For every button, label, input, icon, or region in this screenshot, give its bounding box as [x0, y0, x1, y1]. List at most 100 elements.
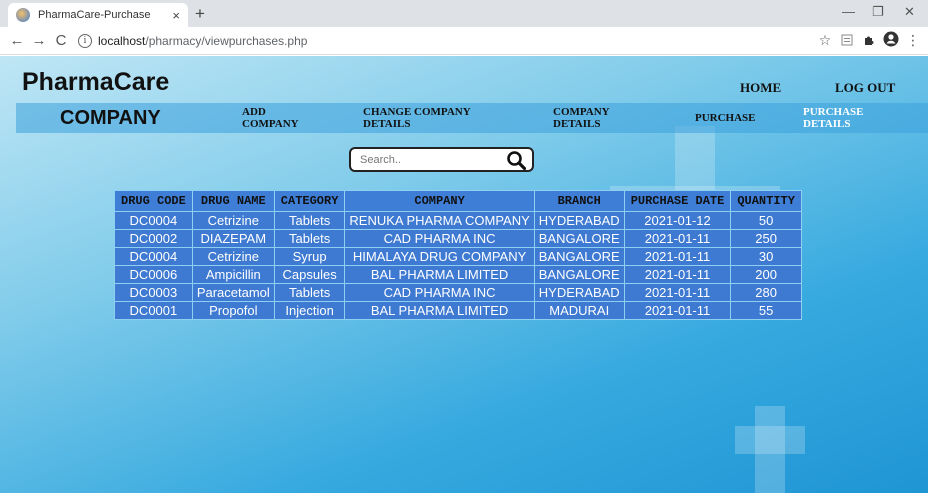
- url-path: /pharmacy/viewpurchases.php: [145, 33, 308, 48]
- browser-menu-icon[interactable]: ⋮: [902, 32, 924, 49]
- table-cell: 2021-01-11: [624, 302, 731, 319]
- browser-toolbar: ← → C i localhost/pharmacy/viewpurchases…: [0, 27, 928, 55]
- table-cell: 2021-01-11: [624, 248, 731, 265]
- table-cell: HYDERABAD: [534, 284, 624, 301]
- search-box: [349, 147, 534, 172]
- table-row: DC0004 Cetrizine Syrup HIMALAYA DRUG COMPAN…: [115, 248, 801, 265]
- column-header: BRANCH: [534, 191, 624, 211]
- column-header: QUANTITY: [731, 191, 801, 211]
- table-row: DC0001 Propofol Injection BAL PHARMA LIMITE…: [115, 302, 801, 319]
- page-content: PharmaCare HOME LOG OUT COMPANY ADD COMP…: [0, 56, 928, 493]
- table-row: DC0002 DIAZEPAM Tablets CAD PHARMA INC BANGA…: [115, 230, 801, 247]
- table-cell: 55: [731, 302, 801, 319]
- favicon-icon: [16, 8, 30, 22]
- table-cell: BANGALORE: [534, 266, 624, 283]
- table-cell: Cetrizine: [192, 212, 274, 229]
- extension-icon[interactable]: [836, 33, 858, 49]
- new-tab-button[interactable]: +: [195, 4, 205, 24]
- table-cell: BAL PHARMA LIMITED: [345, 302, 534, 319]
- table-cell: Propofol: [192, 302, 274, 319]
- nav-home-link[interactable]: HOME: [740, 80, 781, 96]
- bookmark-star-icon[interactable]: ☆: [814, 32, 836, 49]
- minimize-button[interactable]: —: [842, 4, 855, 19]
- search-icon[interactable]: [506, 150, 526, 170]
- table-body: DC0004 Cetrizine Tablets RENUKA PHARMA COMP…: [115, 212, 801, 319]
- menu-company-details[interactable]: COMPANY DETAILS: [553, 106, 610, 130]
- table-cell: DIAZEPAM: [192, 230, 274, 247]
- background-cross: [755, 406, 785, 493]
- purchase-table: DRUG CODE DRUG NAME CATEGORY COMPANY BRANCH P…: [114, 190, 802, 320]
- info-icon[interactable]: i: [78, 33, 92, 48]
- menu-label: COMPANY: [242, 118, 299, 130]
- menu-label: COMPANY: [553, 106, 610, 118]
- menu-purchase[interactable]: PURCHASE: [695, 112, 756, 124]
- column-header: PURCHASE DATE: [624, 191, 731, 211]
- menu-label: CHANGE COMPANY: [363, 106, 471, 118]
- table-cell: Tablets: [274, 284, 345, 301]
- table-cell: MADURAI: [534, 302, 624, 319]
- table-cell: Capsules: [274, 266, 345, 283]
- table-cell: 280: [731, 284, 801, 301]
- back-button[interactable]: ←: [6, 32, 28, 49]
- menu-label: DETAILS: [803, 118, 851, 130]
- table-cell: Ampicillin: [192, 266, 274, 283]
- table-cell: HIMALAYA DRUG COMPANY: [345, 248, 534, 265]
- search-input[interactable]: [351, 153, 501, 166]
- table-header-row: DRUG CODE DRUG NAME CATEGORY COMPANY BRANCH P…: [115, 191, 801, 211]
- table-cell: Tablets: [274, 230, 345, 247]
- menu-label: DETAILS: [553, 118, 601, 130]
- table-row: DC0003 Paracetamol Tablets CAD PHARMA INC HY…: [115, 284, 801, 301]
- menu-add-company[interactable]: ADD COMPANY: [242, 106, 299, 130]
- table-cell: BANGALORE: [534, 248, 624, 265]
- table-cell: 50: [731, 212, 801, 229]
- browser-tabstrip: PharmaCare-Purchase × + — ❐ ✕: [0, 0, 928, 27]
- tab-close-button[interactable]: ×: [172, 8, 180, 23]
- column-header: DRUG NAME: [192, 191, 274, 211]
- column-header: CATEGORY: [274, 191, 345, 211]
- table-row: DC0004 Cetrizine Tablets RENUKA PHARMA COMP…: [115, 212, 801, 229]
- menu-label: ADD: [242, 106, 266, 118]
- column-header: COMPANY: [345, 191, 534, 211]
- restore-button[interactable]: ❐: [872, 4, 884, 20]
- puzzle-extensions-icon[interactable]: [858, 33, 880, 49]
- menu-change-company-details[interactable]: CHANGE COMPANY DETAILS: [363, 106, 471, 130]
- table-cell: 2021-01-12: [624, 212, 731, 229]
- column-header: DRUG CODE: [115, 191, 192, 211]
- table-cell: Syrup: [274, 248, 345, 265]
- section-menubar: COMPANY ADD COMPANY CHANGE COMPANY DETAI…: [16, 103, 928, 133]
- table-cell: DC0003: [115, 284, 192, 301]
- table-cell: CAD PHARMA INC: [345, 230, 534, 247]
- table-cell: Paracetamol: [192, 284, 274, 301]
- profile-avatar-icon[interactable]: [880, 31, 902, 50]
- browser-tab[interactable]: PharmaCare-Purchase ×: [8, 3, 188, 27]
- table-cell: 2021-01-11: [624, 284, 731, 301]
- menu-purchase-details[interactable]: PURCHASE DETAILS: [803, 106, 864, 130]
- table-cell: 250: [731, 230, 801, 247]
- menu-label: PURCHASE: [803, 106, 864, 118]
- tab-title: PharmaCare-Purchase: [38, 9, 151, 21]
- table-cell: 200: [731, 266, 801, 283]
- window-close-button[interactable]: ✕: [904, 4, 915, 20]
- table-cell: 30: [731, 248, 801, 265]
- url-host: localhost: [98, 33, 146, 48]
- forward-button[interactable]: →: [28, 32, 50, 49]
- table-cell: BAL PHARMA LIMITED: [345, 266, 534, 283]
- table-cell: DC0001: [115, 302, 192, 319]
- nav-logout-link[interactable]: LOG OUT: [835, 80, 895, 96]
- table-row: DC0006 Ampicillin Capsules BAL PHARMA LIMIT…: [115, 266, 801, 283]
- table-cell: DC0004: [115, 248, 192, 265]
- table-cell: CAD PHARMA INC: [345, 284, 534, 301]
- table-cell: DC0006: [115, 266, 192, 283]
- reload-button[interactable]: C: [50, 32, 72, 49]
- menu-label: DETAILS: [363, 118, 411, 130]
- table-cell: RENUKA PHARMA COMPANY: [345, 212, 534, 229]
- table-cell: HYDERABAD: [534, 212, 624, 229]
- table-cell: 2021-01-11: [624, 266, 731, 283]
- table-cell: DC0004: [115, 212, 192, 229]
- table-cell: 2021-01-11: [624, 230, 731, 247]
- section-title: COMPANY: [60, 107, 161, 129]
- table-cell: Injection: [274, 302, 345, 319]
- address-bar[interactable]: i localhost/pharmacy/viewpurchases.php: [78, 30, 814, 52]
- table-cell: BANGALORE: [534, 230, 624, 247]
- site-logo: PharmaCare: [22, 68, 170, 96]
